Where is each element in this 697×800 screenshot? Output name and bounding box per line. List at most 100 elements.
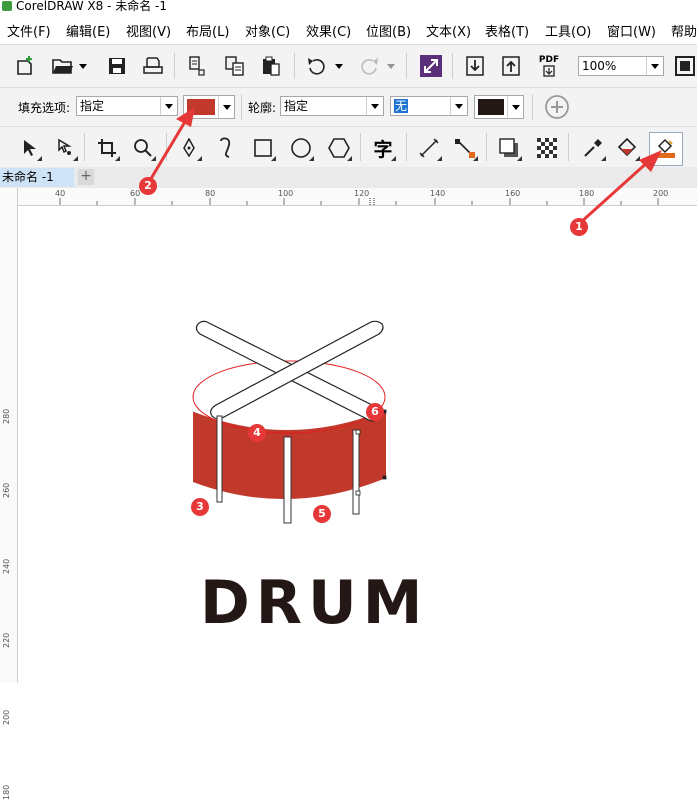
ruler-tick-label: 160 [505,189,521,198]
save-button[interactable] [104,53,130,79]
outline-options-value: 指定 [284,99,309,113]
outline-options-dropdown[interactable]: 指定 [280,96,384,116]
ellipse-tool-button[interactable] [288,135,314,161]
drop-shadow-tool-button[interactable] [496,135,522,161]
separator [84,133,85,161]
zoom-tool-button[interactable] [130,135,156,161]
transparency-tool-button[interactable] [534,135,560,161]
separator [452,53,453,79]
menu-help[interactable]: 帮助 [671,21,697,40]
standard-toolbar: PDF 100% [0,44,697,87]
annotation-badge-5: 5 [313,505,331,523]
text-tool-button[interactable]: 字 [370,135,396,161]
toolbox: 字 [0,126,697,167]
artistic-media-tool-button[interactable] [214,135,240,161]
annotation-badge-6: 6 [366,403,384,421]
rectangle-icon [254,139,272,157]
paste-button[interactable] [258,53,284,79]
menu-view[interactable]: 视图(V) [126,21,171,40]
menu-window[interactable]: 窗口(W) [607,21,656,40]
cut-button[interactable] [184,53,210,79]
title-bar: CorelDRAW X8 - 未命名 -1 [0,0,697,14]
ruler-ticks [59,198,659,205]
open-recent-dropdown[interactable] [76,53,90,79]
outline-width-dropdown[interactable]: 无 [390,96,468,116]
open-button[interactable] [50,53,76,79]
fill-options-dropdown[interactable]: 指定 [76,96,178,116]
freehand-tool-button[interactable] [176,135,202,161]
drum-title-text[interactable]: DRUM [200,568,428,638]
publish-pdf-button[interactable]: PDF [536,53,562,79]
chevron-down-icon [507,96,524,118]
menu-text[interactable]: 文本(X) [426,21,471,40]
app-logo-icon [2,1,12,11]
ruler-tick-label: 60 [130,189,141,198]
print-button[interactable] [140,53,166,79]
fill-options-value: 指定 [80,99,105,113]
horizontal-ruler[interactable]: 40 60 80 100 120 140 160 180 200 [18,188,697,206]
full-screen-button[interactable] [672,53,697,79]
ruler-tick-label: 220 [2,632,11,648]
import-icon [466,56,484,76]
new-document-button[interactable] [12,53,38,79]
rectangle-tool-button[interactable] [250,135,276,161]
menu-bitmap[interactable]: 位图(B) [366,21,411,40]
shape-tool-button[interactable] [52,135,78,161]
pen-nib-icon [183,138,195,158]
polygon-tool-button[interactable] [326,135,352,161]
new-document-icon [17,56,32,75]
smart-fill-icon [657,138,675,158]
menu-edit[interactable]: 编辑(E) [66,21,110,40]
fill-color-picker[interactable] [183,95,235,119]
outline-color-swatch [478,99,504,115]
import-button[interactable] [462,53,488,79]
copy-button[interactable] [222,53,248,79]
interactive-fill-tool-button[interactable] [614,135,640,161]
fill-options-label: 填充选项: [18,101,71,115]
search-content-button[interactable] [418,53,444,79]
dimension-tool-button[interactable] [416,135,442,161]
undo-button[interactable] [304,53,330,79]
ruler-tick-label: 80 [205,189,216,198]
menu-effects[interactable]: 效果(C) [306,21,351,40]
export-button[interactable] [498,53,524,79]
pick-tool-button[interactable] [16,135,42,161]
annotation-badge-2: 2 [139,177,157,195]
menu-tools[interactable]: 工具(O) [545,21,591,40]
separator [241,94,242,120]
ruler-tick-label: 180 [579,189,595,198]
ruler-tick-label: 40 [55,189,66,198]
separator [294,53,295,79]
separator [166,133,167,161]
add-tab-button[interactable]: + [78,169,94,185]
redo-dropdown[interactable] [384,53,398,79]
menu-layout[interactable]: 布局(L) [186,21,229,40]
outline-color-picker[interactable] [474,95,524,119]
text-tool-glyph: 字 [373,138,393,161]
ruler-tick-label: 200 [653,189,669,198]
menu-object[interactable]: 对象(C) [245,21,290,40]
drum-illustration[interactable] [185,315,400,530]
vertical-ruler[interactable]: 280 260 240 220 200 180 [0,188,18,800]
separator [568,133,569,161]
magnifier-icon [134,139,152,157]
smart-fill-tool-button[interactable] [649,132,683,166]
pdf-icon [543,65,555,77]
menu-table[interactable]: 表格(T) [485,21,529,40]
folder-icon [52,59,73,74]
full-screen-icon [675,56,695,76]
crop-tool-button[interactable] [94,135,120,161]
eyedropper-tool-button[interactable] [580,135,606,161]
connector-tool-button[interactable] [452,135,478,161]
document-tab[interactable]: 未命名 -1 [0,168,74,187]
shape-node-icon [58,138,72,155]
ruler-tick-label: 140 [430,189,446,198]
add-preset-button[interactable] [544,94,570,120]
crop-icon [98,139,116,157]
ruler-tick-label: 260 [2,482,11,498]
undo-dropdown[interactable] [332,53,346,79]
zoom-level-dropdown[interactable]: 100% [578,56,664,76]
redo-button[interactable] [356,53,382,79]
pointer-icon [24,140,36,156]
menu-file[interactable]: 文件(F) [7,21,51,40]
